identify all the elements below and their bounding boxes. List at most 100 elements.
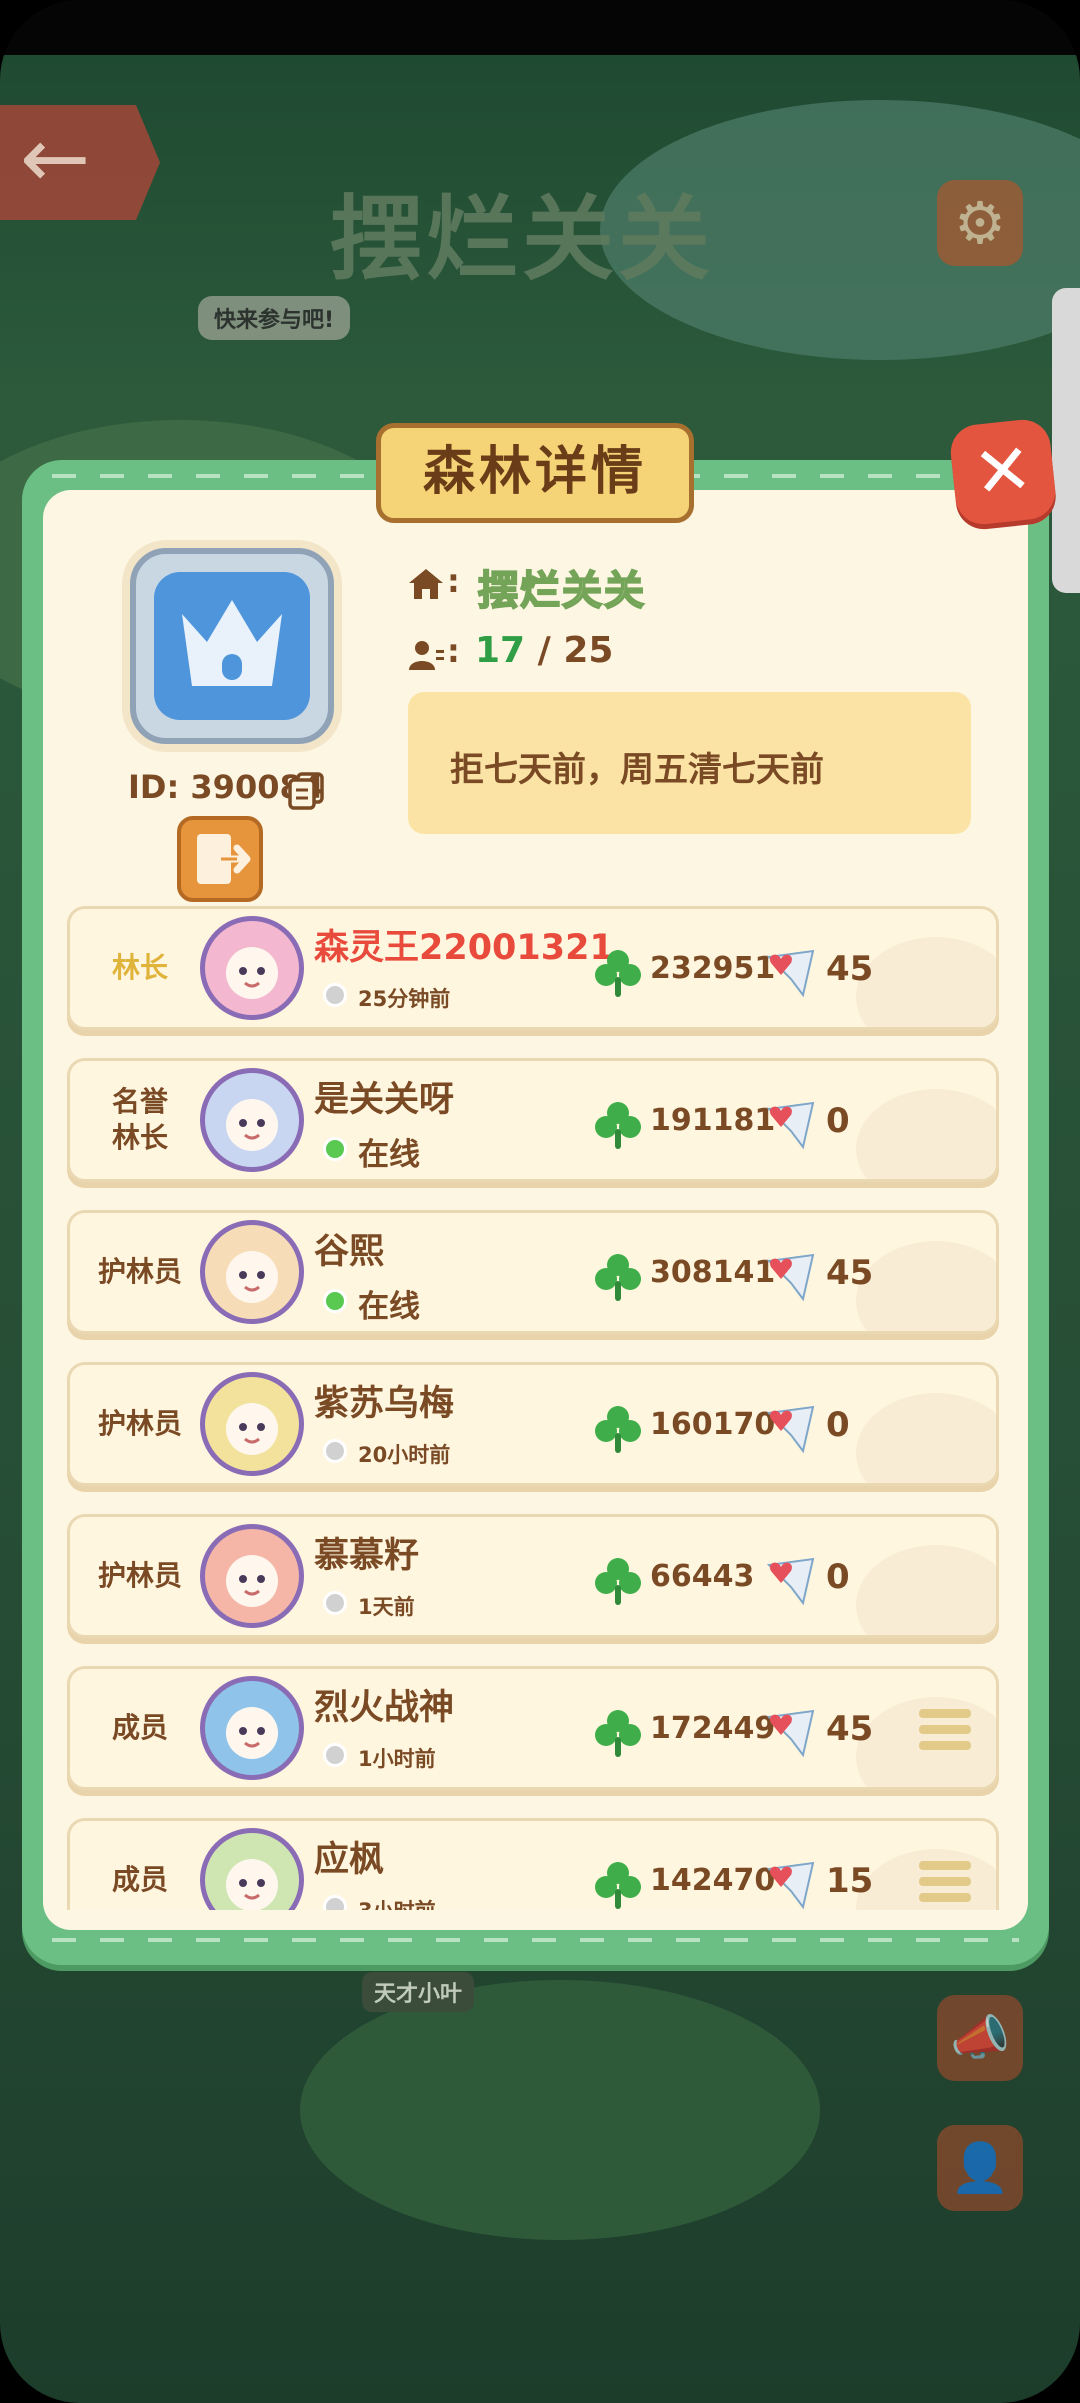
heart-letter-icon [766,1253,815,1302]
status-dot-icon [323,1439,347,1463]
status-dot-icon [323,983,347,1007]
avatar-character-icon [226,1403,278,1455]
dialog-title: 森林详情 [376,423,694,523]
heart-letter-icon [766,1405,815,1454]
member-name: 烈火战神 [314,1688,455,1728]
member-row[interactable]: 成员 应枫 3小时前 142470 [67,1818,999,1910]
forest-name: 摆烂关关 [477,567,646,615]
member-row[interactable]: 名誉 林长 是关关呀 在线 191181 0 [67,1058,999,1182]
member-name: 森灵王22001321 [314,928,614,968]
member-status: 在线 [358,1289,420,1325]
member-score: 142470 [650,1863,776,1898]
forest-notice: 拒七天前，周五清七天前 [408,692,971,834]
clover-icon [595,1862,641,1909]
member-avatar[interactable] [200,916,304,1020]
profile-user-icon[interactable]: 👤 [937,2125,1023,2211]
row-decoration [856,1545,996,1635]
member-row[interactable]: 护林员 慕慕籽 1天前 66443 0 [67,1514,999,1638]
member-avatar[interactable] [200,1524,304,1628]
settings-gear-icon[interactable]: ⚙ [937,180,1023,266]
member-score: 232951 [650,951,776,986]
member-status: 1小时前 [358,1747,436,1771]
member-row[interactable]: 护林员 紫苏乌梅 20小时前 160170 0 [67,1362,999,1486]
home-icon [409,569,443,599]
member-menu-icon[interactable] [919,1861,971,1905]
member-count: 17 / 25 [475,630,613,671]
member-hearts: 0 [826,1557,850,1597]
colon: : [447,562,460,600]
background-hill [300,1980,820,2240]
member-status: 1天前 [358,1595,415,1619]
row-decoration [856,1241,996,1331]
clover-icon [595,1710,641,1757]
announce-megaphone-icon[interactable]: 📣 [937,1995,1023,2081]
invite-bubble: 快来参与吧! [198,296,351,340]
heart-letter-icon [766,1101,815,1150]
heart-letter-icon [766,1557,815,1606]
avatar-character-icon [226,1707,278,1759]
member-role: 成员 [111,1711,168,1744]
member-role: 护林员 [97,1559,182,1592]
row-decoration [856,1393,996,1483]
clover-icon [595,1254,641,1301]
member-hearts: 15 [826,1861,874,1901]
clover-icon [595,1558,641,1605]
member-role: 护林员 [97,1407,182,1440]
member-count-total: / 25 [537,630,614,671]
member-hearts: 45 [826,1253,874,1293]
member-count-current: 17 [475,630,526,671]
status-dot-icon [323,1895,347,1910]
clover-icon [595,1102,641,1149]
status-dot-icon [323,1591,347,1615]
member-name: 紫苏乌梅 [314,1384,455,1424]
background-forest-title: 摆烂关关 [330,186,715,293]
member-row[interactable]: 护林员 谷熙 在线 308141 45 [67,1210,999,1334]
member-role: 林长 [111,951,168,984]
member-score: 191181 [650,1103,776,1138]
member-avatar[interactable] [200,1828,304,1910]
game-screen: ← 摆烂关关 ⚙ 快来参与吧! 📣 👤 天才小叶 森林详情 ✕ ID: 3900… [0,0,1080,2403]
member-avatar[interactable] [200,1372,304,1476]
member-row[interactable]: 林长 森灵王22001321 25分钟前 232951 45 [67,906,999,1030]
member-role: 成员 [111,1863,168,1896]
member-score: 172449 [650,1711,776,1746]
member-name: 慕慕籽 [314,1536,420,1576]
member-list[interactable]: 林长 森灵王22001321 25分钟前 232951 45 名誉 林长 是关关… [21,880,1006,1910]
member-role: 名誉 林长 [111,1085,168,1154]
member-status: 25分钟前 [358,987,451,1011]
clover-icon [595,1406,641,1453]
member-avatar[interactable] [200,1676,304,1780]
member-menu-icon[interactable] [919,1709,971,1753]
row-decoration [856,1089,996,1179]
avatar-character-icon [226,1859,278,1910]
member-status: 在线 [358,1137,420,1173]
member-avatar[interactable] [200,1220,304,1324]
avatar-character-icon [226,947,278,999]
close-button[interactable]: ✕ [948,417,1058,527]
member-score: 66443 [650,1559,755,1594]
member-hearts: 0 [826,1405,850,1445]
member-name: 谷熙 [314,1232,385,1272]
side-scroll-handle[interactable] [1052,288,1080,593]
status-dot-icon [323,1289,347,1313]
member-row[interactable]: 成员 烈火战神 1小时前 172449 45 [67,1666,999,1790]
member-name: 是关关呀 [314,1080,455,1120]
status-bar [0,0,1080,55]
member-name: 应枫 [314,1840,385,1880]
member-hearts: 0 [826,1101,850,1141]
back-arrow-icon: ← [20,109,91,207]
avatar-character-icon [226,1251,278,1303]
member-score: 308141 [650,1255,776,1290]
crown-emblem-icon [154,572,310,720]
status-dot-icon [323,1137,347,1161]
colon: : [447,632,460,670]
row-decoration [856,937,996,1027]
clover-icon [595,950,641,997]
member-hearts: 45 [826,949,874,989]
member-status: 20小时前 [358,1443,451,1467]
heart-letter-icon [766,949,815,998]
member-avatar[interactable] [200,1068,304,1172]
member-role: 护林员 [97,1255,182,1288]
copy-icon[interactable] [286,770,326,810]
heart-letter-icon [766,1861,815,1910]
